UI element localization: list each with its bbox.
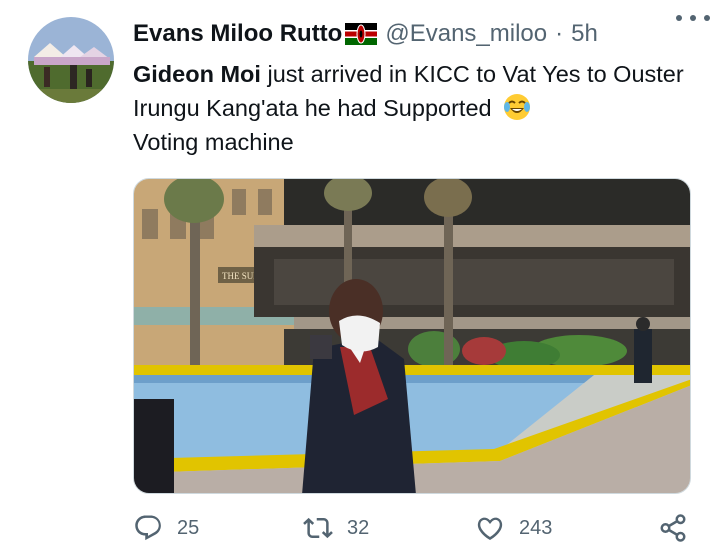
retweet-count: 32 — [347, 516, 370, 539]
kenya-flag-icon — [345, 23, 378, 45]
retweet-button[interactable]: 32 — [303, 508, 369, 548]
tweet-photo[interactable]: THE SUPREME COURT OF — [133, 178, 691, 494]
tweet-time[interactable]: 5h — [571, 20, 598, 48]
tweet-text: Gideon Moi just arrived in KICC to Vat Y… — [133, 57, 693, 159]
mention-name[interactable]: Gideon Moi — [133, 61, 261, 87]
retweet-icon — [303, 517, 333, 539]
share-button[interactable] — [658, 508, 688, 548]
author-name[interactable]: Evans Miloo Rutto — [133, 20, 342, 48]
reply-icon — [135, 515, 161, 541]
separator-dot: · — [555, 20, 564, 47]
share-icon — [660, 514, 686, 542]
face-with-tears-of-joy-icon — [502, 92, 532, 122]
tweet-actions: 25 32 243 — [133, 508, 693, 548]
tweet-card[interactable]: Evans Miloo Rutto @Evans_miloo · 5h Gide… — [0, 0, 720, 551]
more-options-icon[interactable] — [676, 8, 710, 28]
photo-scene: THE SUPREME COURT OF — [134, 179, 690, 493]
avatar-image — [28, 17, 114, 103]
like-button[interactable]: 243 — [475, 508, 552, 548]
like-count: 243 — [519, 516, 553, 539]
tweet-text-line2: Voting machine — [133, 129, 294, 155]
reply-button[interactable]: 25 — [133, 508, 199, 548]
heart-icon — [477, 517, 503, 540]
tweet-header: Evans Miloo Rutto @Evans_miloo · 5h — [133, 17, 700, 51]
reply-count: 25 — [177, 516, 200, 539]
author-handle[interactable]: @Evans_miloo — [385, 20, 547, 48]
avatar[interactable] — [28, 17, 114, 103]
